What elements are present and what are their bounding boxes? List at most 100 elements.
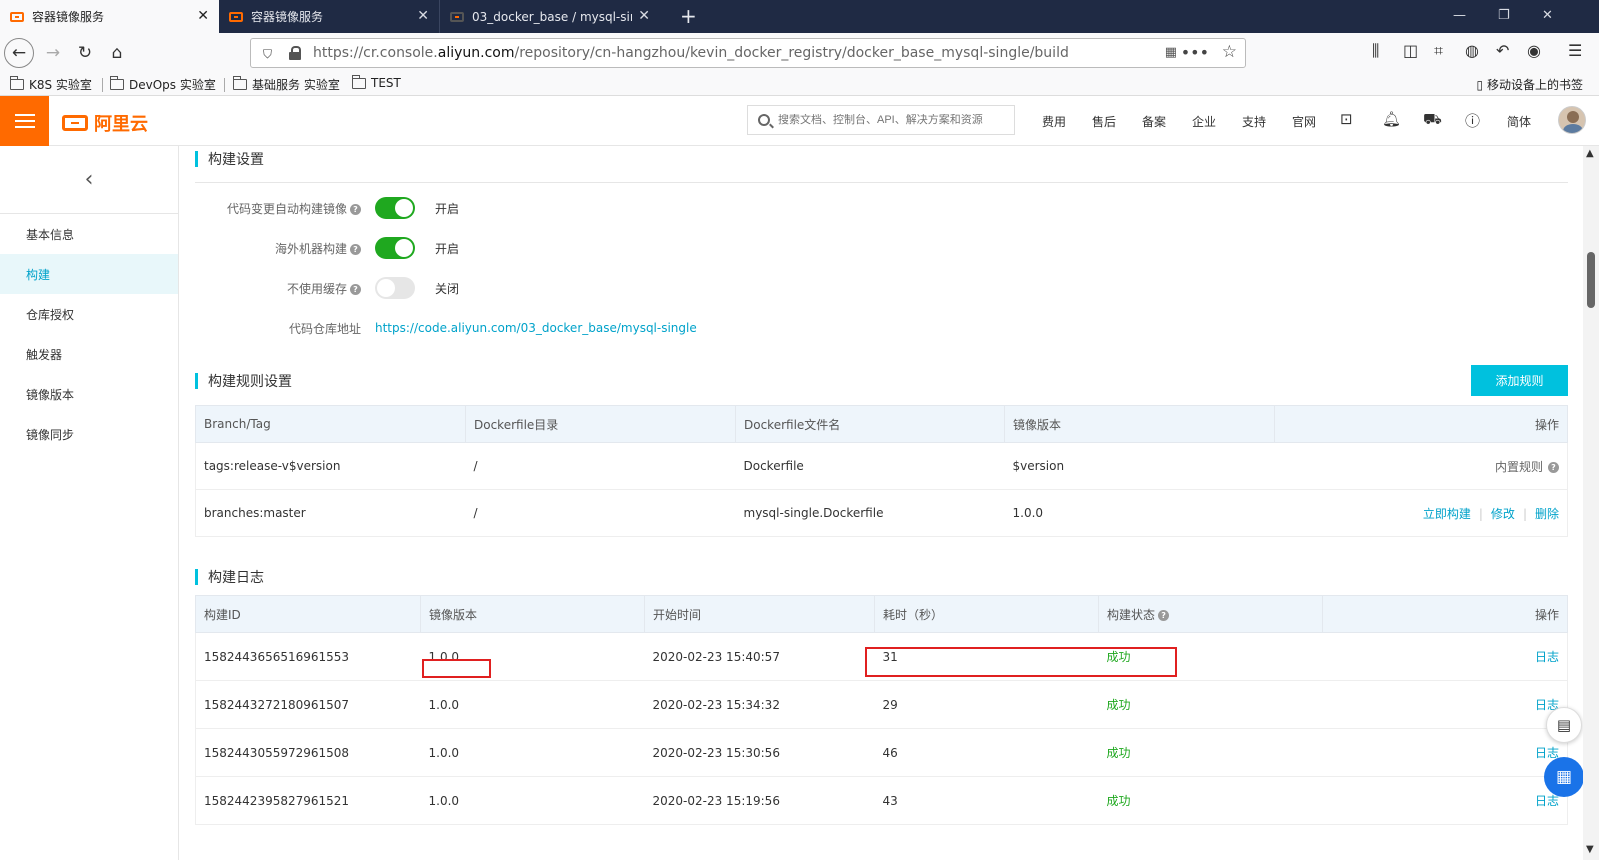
log-duration: 46 [874, 728, 1099, 777]
auto-build-toggle[interactable] [375, 197, 415, 219]
build-now-link[interactable]: 立即构建 [1423, 507, 1471, 521]
log-start: 2020-02-23 15:34:32 [644, 680, 875, 729]
screenshot-icon[interactable]: ⌗ [1434, 41, 1443, 61]
page-actions-icon[interactable]: ••• [1181, 43, 1209, 62]
address-bar[interactable]: ⛉ https://cr.console.aliyun.com/reposito… [250, 38, 1246, 68]
tracking-shield-icon[interactable]: ⛉ [263, 47, 272, 62]
home-icon[interactable]: ⌂ [104, 40, 130, 66]
no-cache-label: 不使用缓存? [195, 280, 367, 297]
hamburger-menu-icon[interactable] [0, 96, 49, 146]
pagination-hint [1465, 856, 1569, 860]
help-icon[interactable]: ? [350, 243, 361, 255]
language-switch[interactable]: 简体 [1507, 113, 1531, 130]
reload-icon[interactable]: ↻ [72, 40, 98, 66]
log-version: 1.0.0 [420, 680, 645, 729]
nav-filing[interactable]: 备案 [1142, 113, 1166, 130]
help-icon[interactable]: ? [350, 283, 361, 295]
bookmark-basic-services[interactable]: 基础服务 实验室 [233, 76, 340, 93]
qrcode-icon[interactable]: ▦ [1165, 45, 1177, 60]
log-status: 成功 [1098, 776, 1323, 825]
highlight-box-version [422, 659, 491, 678]
scrollbar-thumb[interactable] [1587, 252, 1595, 308]
rule-builtin: 内置规则? [1274, 442, 1568, 490]
help-icon[interactable]: ? [1158, 609, 1170, 621]
bookmark-test[interactable]: TEST [352, 74, 401, 90]
help-icon[interactable]: ⓘ [1465, 110, 1480, 131]
build-log-heading: 构建日志 [195, 568, 264, 586]
minimize-icon[interactable]: — [1453, 8, 1466, 23]
browser-tab-1[interactable]: 容器镜像服务 ✕ [0, 0, 219, 33]
library-icon[interactable]: ⫼ [1372, 41, 1379, 61]
log-version: 1.0.0 [420, 728, 645, 777]
product-sidebar: ‹ 基本信息 构建 仓库授权 触发器 镜像版本 镜像同步 [0, 146, 179, 860]
repo-url-row: 代码仓库地址 https://code.aliyun.com/03_docker… [195, 316, 697, 340]
nav-enterprise[interactable]: 企业 [1192, 113, 1216, 130]
tab-title: 03_docker_base / mysql-sin [472, 9, 632, 24]
avatar[interactable] [1558, 106, 1586, 134]
back-icon[interactable]: ← [4, 38, 34, 68]
sidebar-item-image-versions[interactable]: 镜像版本 [0, 374, 178, 414]
browser-tab-2[interactable]: 容器镜像服务 ✕ [219, 0, 440, 33]
edit-link[interactable]: 修改 [1491, 507, 1515, 521]
bookmark-star-icon[interactable]: ☆ [1222, 42, 1237, 62]
nav-after-sales[interactable]: 售后 [1092, 113, 1116, 130]
aliyun-logo-icon [62, 115, 88, 131]
log-link[interactable]: 日志 [1535, 650, 1559, 664]
account-icon[interactable]: ◉ [1527, 41, 1541, 60]
page-scrollbar[interactable]: ▲ ▼ [1583, 146, 1599, 860]
menu-icon[interactable]: ☰ [1568, 41, 1582, 60]
sidebar-item-build[interactable]: 构建 [0, 254, 178, 294]
new-tab-icon[interactable]: + [680, 4, 697, 28]
close-tab-icon[interactable]: ✕ [417, 8, 429, 24]
mobile-bookmarks[interactable]: ▯ 移动设备上的书签 [1477, 76, 1583, 93]
help-icon[interactable]: ? [1548, 461, 1559, 473]
log-start: 2020-02-23 15:30:56 [644, 728, 875, 777]
sidebar-item-repo-auth[interactable]: 仓库授权 [0, 294, 178, 334]
log-link[interactable]: 日志 [1535, 794, 1559, 808]
log-status: 成功 [1098, 728, 1323, 777]
log-version: 1.0.0 [420, 776, 645, 825]
chat-feedback-icon[interactable]: ▤ [1546, 707, 1582, 743]
browser-tab-3[interactable]: 03_docker_base / mysql-sin ✕ [440, 0, 660, 33]
sidebar-item-triggers[interactable]: 触发器 [0, 334, 178, 374]
search-input[interactable] [778, 114, 1008, 126]
add-rule-button[interactable]: 添加规则 [1471, 365, 1568, 396]
nav-official-site[interactable]: 官网 [1292, 113, 1316, 130]
repo-url-link[interactable]: https://code.aliyun.com/03_docker_base/m… [375, 321, 697, 335]
overseas-build-toggle[interactable] [375, 237, 415, 259]
bookmark-devops[interactable]: DevOps 实验室 [110, 76, 216, 93]
sidebar-item-basic-info[interactable]: 基本信息 [0, 214, 178, 254]
help-icon[interactable]: ? [350, 203, 361, 215]
bookmark-k8s[interactable]: K8S 实验室 [10, 76, 92, 93]
lock-icon[interactable] [289, 46, 301, 60]
col-image-version: 镜像版本 [1004, 405, 1275, 443]
restore-icon[interactable]: ❐ [1498, 8, 1510, 23]
scroll-up-icon[interactable]: ▲ [1586, 148, 1594, 159]
cart-icon[interactable]: ⛟ [1423, 110, 1442, 130]
terminal-icon[interactable]: ⊡ [1340, 110, 1353, 128]
undo-icon[interactable]: ↶ [1496, 41, 1509, 60]
close-tab-icon[interactable]: ✕ [638, 8, 650, 24]
sidebar-toggle-icon[interactable]: ◫ [1403, 41, 1418, 60]
main-content: 构建设置 代码变更自动构建镜像? 开启 海外机器构建? 开启 不使用缓存? 关闭… [195, 146, 1569, 860]
nav-support[interactable]: 支持 [1242, 113, 1266, 130]
scroll-down-icon[interactable]: ▼ [1586, 844, 1594, 855]
no-cache-toggle[interactable] [375, 277, 415, 299]
window-close-icon[interactable]: ✕ [1542, 8, 1553, 23]
log-duration: 43 [874, 776, 1099, 825]
bell-icon[interactable]: 🔔︎ [1382, 110, 1401, 128]
close-tab-icon[interactable]: ✕ [197, 8, 209, 24]
delete-link[interactable]: 删除 [1535, 507, 1559, 521]
col-actions: 操作 [1274, 405, 1568, 443]
chat-extension-icon[interactable]: ◍ [1465, 41, 1479, 60]
back-chevron-icon[interactable]: ‹ [0, 146, 178, 214]
nav-fees[interactable]: 费用 [1042, 113, 1066, 130]
search-icon [758, 114, 770, 126]
console-search[interactable] [747, 105, 1015, 135]
forward-icon[interactable]: → [40, 40, 66, 66]
apps-grid-icon[interactable]: ▦ [1544, 757, 1584, 797]
sidebar-item-image-sync[interactable]: 镜像同步 [0, 414, 178, 454]
no-cache-row: 不使用缓存? 关闭 [195, 276, 459, 300]
aliyun-logo[interactable]: 阿里云 [62, 110, 148, 136]
url-text[interactable]: https://cr.console.aliyun.com/repository… [313, 45, 1069, 61]
